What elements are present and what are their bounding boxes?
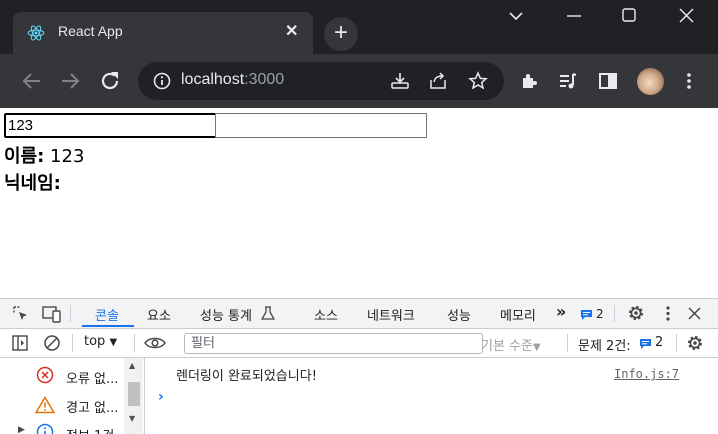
media-control-icon[interactable] (558, 71, 578, 91)
devtools-tab-bar: 콘솔 요소 성능 통계 소스 네트워크 성능 메모리 » 2 (0, 299, 718, 329)
nickname-input[interactable] (215, 113, 427, 138)
chevron-down-icon: ▼ (109, 337, 117, 348)
chevron-down-icon: ▼ (533, 342, 541, 353)
divider (72, 334, 73, 352)
forward-arrow-icon[interactable] (56, 67, 84, 95)
settings-gear-icon[interactable] (627, 304, 645, 322)
tab-performance-insights[interactable]: 성능 통계 (200, 305, 252, 324)
clear-console-icon[interactable] (43, 334, 61, 352)
tab-close-icon[interactable]: ✕ (285, 21, 298, 41)
console-message: 렌더링이 완료되었습니다! (176, 365, 317, 384)
tab-network[interactable]: 네트워크 (367, 305, 415, 324)
site-info-icon[interactable] (152, 71, 172, 91)
tab-sources[interactable]: 소스 (314, 305, 338, 324)
browser-tab[interactable]: React App ✕ (13, 12, 313, 54)
scroll-down-arrow-icon[interactable]: ▼ (129, 414, 135, 423)
url-text: localhost:3000 (181, 71, 284, 89)
sidebar-toggle-icon[interactable] (12, 335, 28, 351)
tab-console[interactable]: 콘솔 (95, 305, 119, 324)
tab-memory[interactable]: 메모리 (500, 305, 536, 324)
warning-icon (35, 396, 55, 414)
side-panel-icon[interactable] (598, 71, 618, 91)
scrollbar-thumb[interactable] (128, 382, 140, 406)
tab-title: React App (58, 23, 123, 39)
console-source-link[interactable]: Info.js:7 (614, 367, 679, 381)
minimize-icon[interactable] (566, 14, 582, 18)
sidebar-item-warnings[interactable]: 경고 없... (66, 397, 118, 416)
profile-avatar[interactable] (637, 68, 664, 95)
page-viewport: 이름: 123 닉네임: (0, 108, 718, 298)
share-icon[interactable] (428, 71, 448, 91)
install-app-icon[interactable] (390, 71, 410, 91)
react-logo-icon (27, 24, 45, 42)
name-input[interactable] (4, 113, 219, 138)
maximize-icon[interactable] (622, 8, 636, 22)
devtools-menu-icon[interactable] (661, 305, 675, 322)
info-icon (36, 423, 54, 434)
nickname-label: 닉네임: (4, 173, 61, 194)
name-line: 이름: 123 (4, 142, 84, 168)
url-host: localhost (181, 71, 244, 88)
browser-toolbar: localhost:3000 (0, 54, 718, 108)
close-devtools-icon[interactable] (688, 307, 701, 320)
active-tab-indicator (82, 325, 134, 327)
context-value: top (84, 334, 105, 349)
back-arrow-icon[interactable] (18, 67, 46, 95)
divider (70, 305, 71, 322)
issues-message-icon (639, 338, 652, 350)
inspect-element-icon[interactable] (12, 305, 30, 323)
address-bar[interactable]: localhost:3000 (138, 62, 504, 100)
close-window-icon[interactable] (679, 8, 694, 23)
issues-message-icon[interactable] (580, 309, 593, 321)
tab-performance[interactable]: 성능 (447, 305, 471, 324)
error-icon (36, 366, 54, 384)
console-prompt-icon[interactable]: › (158, 389, 164, 405)
divider (567, 334, 568, 352)
console-sidebar: 오류 없... 경고 없... ▶ 정보 1건 ▲ ▼ (0, 358, 145, 434)
issues-label: 문제 2건: (578, 339, 631, 354)
issues-count: 2 (655, 335, 663, 350)
sidebar-item-errors[interactable]: 오류 없... (66, 368, 118, 387)
divider (614, 305, 615, 322)
new-tab-button[interactable]: + (324, 17, 358, 51)
reload-icon[interactable] (96, 67, 124, 95)
name-label: 이름: (4, 146, 44, 167)
divider (134, 334, 135, 352)
sidebar-scrollbar[interactable]: ▲ ▼ (124, 358, 143, 434)
bookmark-star-icon[interactable] (468, 71, 488, 91)
tab-strip: React App ✕ + (0, 0, 718, 54)
devtools-panel: 콘솔 요소 성능 통계 소스 네트워크 성능 메모리 » 2 (0, 298, 718, 434)
tab-elements[interactable]: 요소 (147, 305, 171, 324)
live-expression-eye-icon[interactable] (144, 336, 166, 350)
name-value: 123 (44, 146, 84, 167)
extensions-icon[interactable] (519, 71, 539, 91)
url-port: :3000 (244, 71, 284, 88)
flask-icon (261, 306, 275, 321)
context-select[interactable]: top ▼ (84, 334, 117, 349)
menu-kebab-icon[interactable] (679, 71, 699, 91)
nickname-line: 닉네임: (4, 169, 61, 195)
log-level-value: 기본 수준 (481, 339, 533, 354)
scroll-up-arrow-icon[interactable]: ▲ (129, 361, 135, 370)
console-toolbar: top ▼ 기본 수준▼ 문제 2건: 2 (0, 329, 718, 358)
issues-summary[interactable]: 문제 2건: (578, 335, 631, 354)
console-settings-gear-icon[interactable] (686, 334, 704, 352)
tab-search-icon[interactable] (508, 10, 524, 22)
more-tabs-button[interactable]: » (556, 302, 566, 321)
divider (676, 334, 677, 352)
console-filter-input[interactable] (184, 333, 483, 354)
log-level-select[interactable]: 기본 수준▼ (481, 335, 541, 354)
device-toolbar-icon[interactable] (42, 305, 62, 323)
issues-badge-count: 2 (596, 307, 604, 321)
